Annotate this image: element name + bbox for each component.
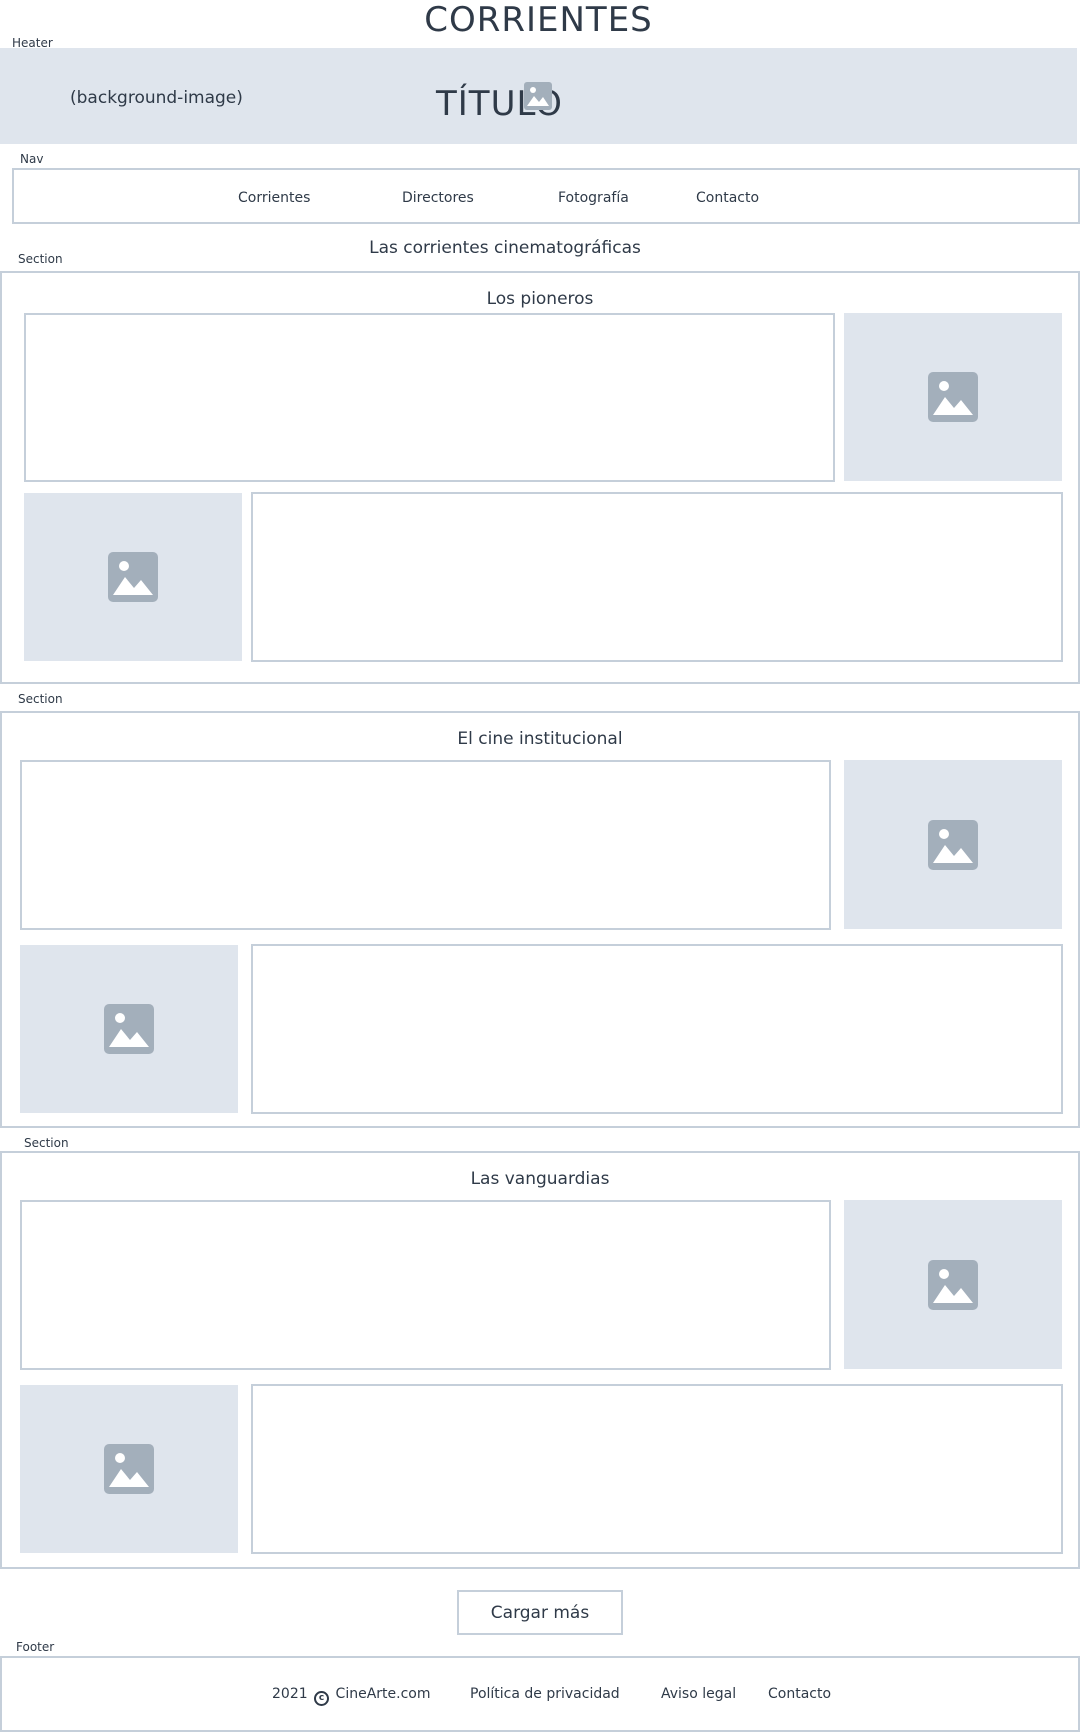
page-title: CORRIENTES [424,0,653,40]
image-icon [104,1444,154,1494]
hero-background-label: (background-image) [70,88,243,108]
section-annotation: Section [18,692,63,706]
image-placeholder [844,313,1062,481]
image-icon [928,372,978,422]
main-heading: Las corrientes cinematográficas [369,238,641,258]
footer-link-legal[interactable]: Aviso legal [661,1686,736,1702]
section-annotation: Section [18,252,63,266]
footer: 2021 c CineArte.com Política de privacid… [0,1656,1080,1732]
section-title: Los pioneros [486,289,594,309]
text-block [24,313,835,482]
section-annotation: Section [24,1136,69,1150]
section-pioneros: Los pioneros [0,271,1080,684]
image-placeholder [20,1385,238,1553]
section-cine-institucional: El cine institucional [0,711,1080,1128]
main-nav: Corrientes Directores Fotografía Contact… [12,168,1080,224]
footer-site: CineArte.com [335,1686,431,1702]
nav-item-contacto[interactable]: Contacto [696,190,759,206]
section-title: El cine institucional [457,729,623,749]
footer-annotation: Footer [16,1640,55,1654]
text-block [251,1384,1063,1554]
nav-annotation: Nav [20,152,44,166]
image-icon [928,1259,978,1310]
footer-copyright: 2021 c CineArte.com [272,1686,430,1706]
load-more-button[interactable]: Cargar más [457,1590,623,1635]
section-vanguardias: Las vanguardias [0,1151,1080,1569]
image-placeholder [844,760,1062,929]
text-block [20,1200,831,1370]
text-block [251,944,1063,1114]
image-icon [928,819,978,870]
footer-year: 2021 [272,1686,308,1702]
nav-item-corrientes[interactable]: Corrientes [238,190,310,206]
nav-item-directores[interactable]: Directores [402,190,474,206]
image-placeholder [20,945,238,1113]
footer-link-privacy[interactable]: Política de privacidad [470,1686,620,1702]
text-block [251,492,1063,662]
copyright-icon: c [314,1691,330,1706]
hero-banner: (background-image) TÍTULO [0,48,1077,144]
image-placeholder [844,1200,1062,1369]
footer-link-contact[interactable]: Contacto [768,1686,831,1702]
image-icon [108,552,158,602]
image-icon [104,1004,154,1054]
image-placeholder [24,493,242,661]
section-title: Las vanguardias [470,1169,610,1189]
nav-item-fotografia[interactable]: Fotografía [558,190,629,206]
image-icon [524,82,552,110]
text-block [20,760,831,930]
